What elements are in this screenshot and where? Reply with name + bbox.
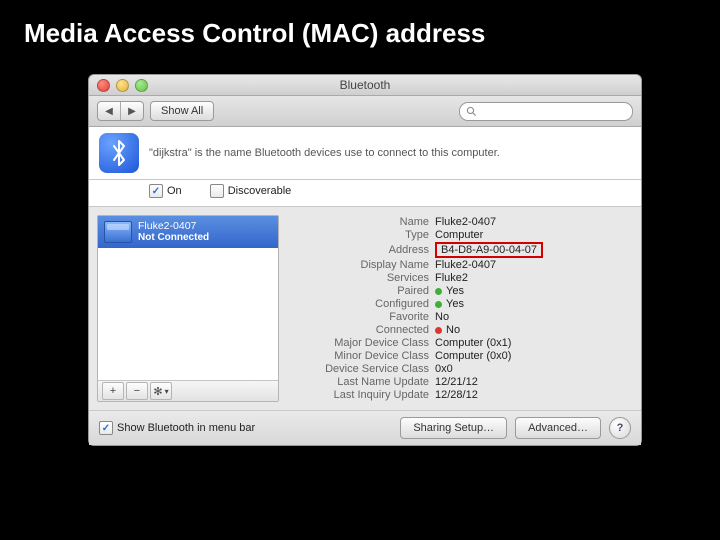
value-name: Fluke2-0407 [435,216,496,228]
status-dot-green-icon [435,301,442,308]
toggle-row: ✓ On Discoverable [89,180,641,207]
sharing-setup-button[interactable]: Sharing Setup… [400,417,507,439]
device-sidebar: Fluke2-0407 Not Connected + − ✻ ▾ [97,215,279,402]
label-paired: Paired [297,285,435,297]
prefs-window: Bluetooth ◀ ▶ Show All "dijkstra" is the… [88,74,642,446]
value-services: Fluke2 [435,272,468,284]
label-display-name: Display Name [297,259,435,271]
value-last-name-update: 12/21/12 [435,376,478,388]
close-icon[interactable] [97,79,110,92]
value-service-class: 0x0 [435,363,453,375]
gear-icon: ✻ [153,385,162,398]
value-major-class: Computer (0x1) [435,337,511,349]
label-favorite: Favorite [297,311,435,323]
status-dot-red-icon [435,327,442,334]
label-last-name-update: Last Name Update [297,376,435,388]
checkbox-icon: ✓ [149,184,163,198]
value-paired: Yes [446,285,464,297]
status-dot-green-icon [435,288,442,295]
label-minor-class: Minor Device Class [297,350,435,362]
add-button[interactable]: + [102,382,124,400]
search-input[interactable] [481,104,626,118]
advanced-button[interactable]: Advanced… [515,417,601,439]
menubar-label: Show Bluetooth in menu bar [117,422,255,434]
value-configured: Yes [446,298,464,310]
nav-buttons: ◀ ▶ [97,101,144,121]
device-row[interactable]: Fluke2-0407 Not Connected [98,216,278,248]
label-services: Services [297,272,435,284]
window-title: Bluetooth [89,75,641,95]
value-last-inquiry-update: 12/28/12 [435,389,478,401]
value-type: Computer [435,229,483,241]
computer-icon [104,221,132,243]
label-address: Address [297,244,435,256]
label-service-class: Device Service Class [297,363,435,375]
value-favorite: No [435,311,449,323]
info-text: "dijkstra" is the name Bluetooth devices… [149,147,631,159]
value-display-name: Fluke2-0407 [435,259,496,271]
checkbox-icon [210,184,224,198]
sidebar-footer: + − ✻ ▾ [98,380,278,401]
on-label: On [167,185,182,197]
label-configured: Configured [297,298,435,310]
back-button[interactable]: ◀ [98,102,121,120]
label-major-class: Major Device Class [297,337,435,349]
chevron-down-icon: ▾ [165,387,169,396]
forward-button[interactable]: ▶ [121,102,143,120]
label-type: Type [297,229,435,241]
toolbar: ◀ ▶ Show All [89,96,641,127]
window-footer: ✓ Show Bluetooth in menu bar Sharing Set… [89,410,641,445]
on-checkbox[interactable]: ✓ On [149,184,182,198]
menubar-checkbox[interactable]: ✓ Show Bluetooth in menu bar [99,421,255,435]
device-list: Fluke2-0407 Not Connected [98,216,278,380]
checkbox-icon: ✓ [99,421,113,435]
info-bar: "dijkstra" is the name Bluetooth devices… [89,127,641,180]
window-traffic-lights [97,79,148,92]
remove-button[interactable]: − [126,382,148,400]
value-address: B4-D8-A9-00-04-07 [435,242,543,258]
value-minor-class: Computer (0x0) [435,350,511,362]
show-all-button[interactable]: Show All [150,101,214,121]
label-name: Name [297,216,435,228]
search-field[interactable] [459,102,633,121]
zoom-icon[interactable] [135,79,148,92]
minimize-icon[interactable] [116,79,129,92]
bluetooth-icon [99,133,139,173]
label-connected: Connected [297,324,435,336]
detail-panel: NameFluke2-0407 TypeComputer AddressB4-D… [279,207,641,410]
value-connected: No [446,324,460,336]
help-button[interactable]: ? [609,417,631,439]
titlebar: Bluetooth [89,75,641,96]
search-icon [466,106,477,117]
discoverable-checkbox[interactable]: Discoverable [210,184,292,198]
slide-title: Media Access Control (MAC) address [0,0,720,49]
discoverable-label: Discoverable [228,185,292,197]
device-status: Not Connected [138,232,209,244]
actions-button[interactable]: ✻ ▾ [150,382,172,400]
label-last-inquiry-update: Last Inquiry Update [297,389,435,401]
device-name: Fluke2-0407 [138,220,209,232]
content-area: Fluke2-0407 Not Connected + − ✻ ▾ NameFl… [89,207,641,410]
